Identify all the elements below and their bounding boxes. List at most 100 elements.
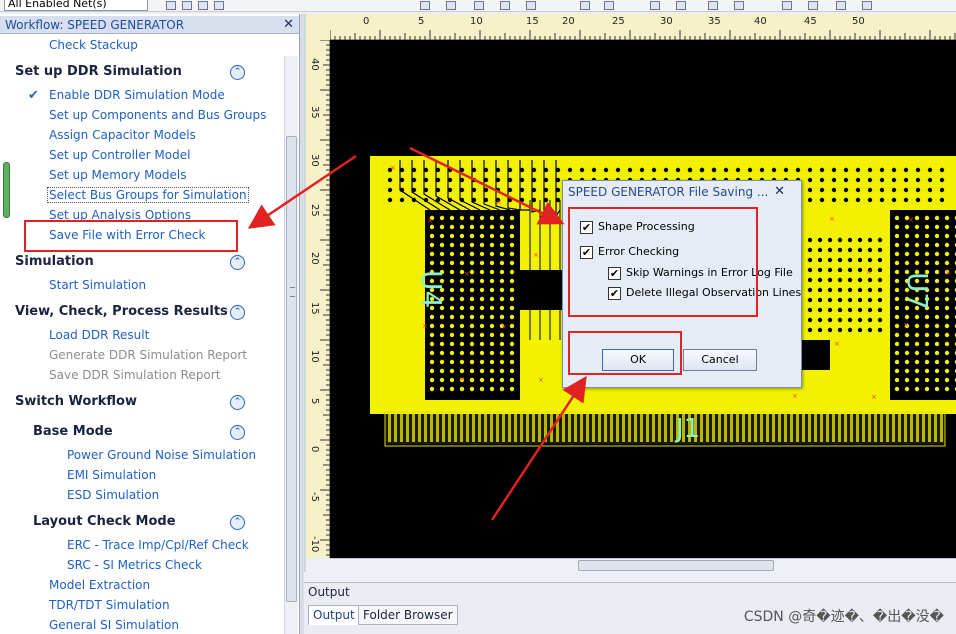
section-results-title: View, Check, Process Results (15, 304, 228, 319)
workflow-item-load-ddr-result[interactable]: Load DDR Result (49, 328, 149, 342)
ruler-tick-label: 25 (309, 204, 320, 217)
ruler-tick-label: 15 (526, 16, 539, 27)
toolbar-icon[interactable] (500, 1, 510, 10)
error-checking-checkbox[interactable]: ✔ (580, 246, 593, 259)
toolbar-icon[interactable] (580, 1, 590, 10)
section-layout-check-title: Layout Check Mode (33, 514, 176, 529)
workflow-item-analysis-options[interactable]: Set up Analysis Options (49, 208, 191, 222)
shape-processing-checkbox[interactable]: ✔ (580, 221, 593, 234)
workflow-item-power-ground-noise[interactable]: Power Ground Noise Simulation (67, 448, 256, 462)
watermark-text: CSDN @奇�迹�、�出�没� (743, 609, 944, 625)
ruler-corner (306, 14, 330, 40)
toolbar-icon[interactable] (182, 1, 192, 10)
workflow-item-start-simulation[interactable]: Start Simulation (49, 278, 146, 292)
toolbar-icon[interactable] (420, 1, 430, 10)
workflow-item-tdr-tdt[interactable]: TDR/TDT Simulation (49, 598, 170, 612)
workflow-item-src[interactable]: SRC - SI Metrics Check (67, 558, 202, 572)
ruler-tick-label: 20 (562, 16, 575, 27)
ruler-tick-label: 10 (309, 350, 320, 363)
component-label-u7: U7 (901, 272, 934, 311)
toolbar-icon[interactable] (782, 1, 792, 10)
workflow-item-assign-capacitors[interactable]: Assign Capacitor Models (49, 128, 196, 142)
ruler-tick-label: 5 (418, 16, 425, 27)
delete-illegal-lines-checkbox[interactable]: ✔ (608, 287, 621, 300)
workflow-item-emi-simulation[interactable]: EMI Simulation (67, 468, 156, 482)
svg-text:×: × (427, 217, 433, 225)
delete-illegal-lines-label: Delete Illegal Observation Lines (626, 286, 802, 299)
green-slider-indicator[interactable] (3, 162, 10, 218)
toolbar-icon[interactable] (446, 1, 456, 10)
scrollbar-thumb[interactable] (578, 560, 774, 571)
workflow-item-setup-components[interactable]: Set up Components and Bus Groups (49, 108, 266, 122)
collapse-icon[interactable]: ⌃ (230, 305, 245, 320)
toolbar-icon[interactable] (808, 1, 818, 10)
workflow-item-model-extraction[interactable]: Model Extraction (49, 578, 150, 592)
file-saving-dialog: SPEED GENERATOR File Saving ... ✕ ✔ Shap… (562, 180, 802, 388)
toolbar: All Enabled Net(s) (0, 0, 956, 12)
workflow-item-select-bus-groups[interactable]: Select Bus Groups for Simulation (47, 187, 249, 203)
ok-button[interactable]: OK (602, 349, 674, 371)
workflow-item-save-file-error-check[interactable]: Save File with Error Check (49, 228, 205, 242)
ruler-tick-label: 40 (309, 58, 320, 71)
toolbar-icon[interactable] (734, 1, 744, 10)
collapse-icon[interactable]: ⌃ (230, 515, 245, 530)
collapse-icon[interactable]: ⌃ (230, 425, 245, 440)
cancel-button[interactable]: Cancel (683, 349, 757, 371)
ruler-tick-label: 50 (852, 16, 865, 27)
toolbar-icon[interactable] (214, 1, 224, 10)
svg-text:×: × (459, 375, 465, 383)
svg-text:×: × (496, 198, 502, 206)
ruler-tick-label: 25 (612, 16, 625, 27)
workflow-item-check-stackup[interactable]: Check Stackup (49, 38, 138, 52)
ruler-tick-label: -10 (309, 536, 320, 553)
workflow-item-erc[interactable]: ERC - Trace Imp/Cpl/Ref Check (67, 538, 249, 552)
left-ruler: 40 35 30 25 20 15 10 5 0 -5 -10 (306, 40, 330, 558)
dialog-title: SPEED GENERATOR File Saving ... (568, 185, 769, 199)
scrollbar-thumb[interactable] (286, 136, 297, 602)
svg-text:×: × (533, 251, 539, 259)
workflow-scrollbar[interactable] (284, 56, 298, 634)
skip-warnings-checkbox[interactable]: ✔ (608, 267, 621, 280)
tab-folder-browser[interactable]: Folder Browser (358, 605, 458, 625)
workflow-item-controller-model[interactable]: Set up Controller Model (49, 148, 190, 162)
workflow-item-general-si[interactable]: General SI Simulation (49, 618, 179, 632)
workflow-item-esd-simulation[interactable]: ESD Simulation (67, 488, 159, 502)
tab-output[interactable]: Output (308, 605, 360, 625)
workflow-item-enable-ddr[interactable]: Enable DDR Simulation Mode (49, 88, 225, 102)
toolbar-icon[interactable] (650, 1, 660, 10)
workflow-item-save-report: Save DDR Simulation Report (49, 368, 221, 382)
collapse-icon[interactable]: ⌃ (230, 65, 245, 80)
toolbar-icon[interactable] (474, 1, 484, 10)
section-simulation-title: Simulation (15, 254, 94, 269)
net-filter-select[interactable]: All Enabled Net(s) (4, 0, 148, 11)
canvas-horizontal-scrollbar[interactable] (330, 558, 956, 572)
close-icon[interactable]: ✕ (774, 184, 785, 199)
svg-text:×: × (538, 376, 544, 384)
app-window: All Enabled Net(s) Workflow: SPEED GENER… (0, 0, 956, 634)
svg-text:×: × (866, 268, 872, 276)
toolbar-icon[interactable] (676, 1, 686, 10)
dialog-title-bar: SPEED GENERATOR File Saving ... (563, 181, 801, 203)
skip-warnings-label: Skip Warnings in Error Log File (626, 266, 793, 279)
ruler-tick-label: 10 (470, 16, 483, 27)
toolbar-icon[interactable] (526, 1, 536, 10)
toolbar-icon[interactable] (198, 1, 208, 10)
collapse-icon[interactable]: ⌃ (230, 395, 245, 410)
svg-text:×: × (501, 323, 507, 331)
workflow-item-memory-models[interactable]: Set up Memory Models (49, 168, 186, 182)
ruler-tick-label: 5 (309, 398, 320, 405)
toolbar-icon[interactable] (708, 1, 718, 10)
workflow-title: Workflow: SPEED GENERATOR (5, 18, 185, 32)
close-icon[interactable]: ✕ (283, 17, 294, 32)
svg-text:×: × (422, 322, 428, 330)
ruler-tick-label: 0 (309, 446, 320, 453)
toolbar-icon[interactable] (166, 1, 176, 10)
shape-processing-label: Shape Processing (598, 220, 695, 233)
toolbar-icon[interactable] (604, 1, 614, 10)
toolbar-icon[interactable] (836, 1, 846, 10)
toolbar-icon[interactable] (862, 1, 872, 10)
ruler-tick-label: 40 (754, 16, 767, 27)
ruler-tick-label: 0 (363, 16, 370, 27)
collapse-icon[interactable]: ⌃ (230, 255, 245, 270)
check-icon: ✔ (28, 88, 39, 103)
